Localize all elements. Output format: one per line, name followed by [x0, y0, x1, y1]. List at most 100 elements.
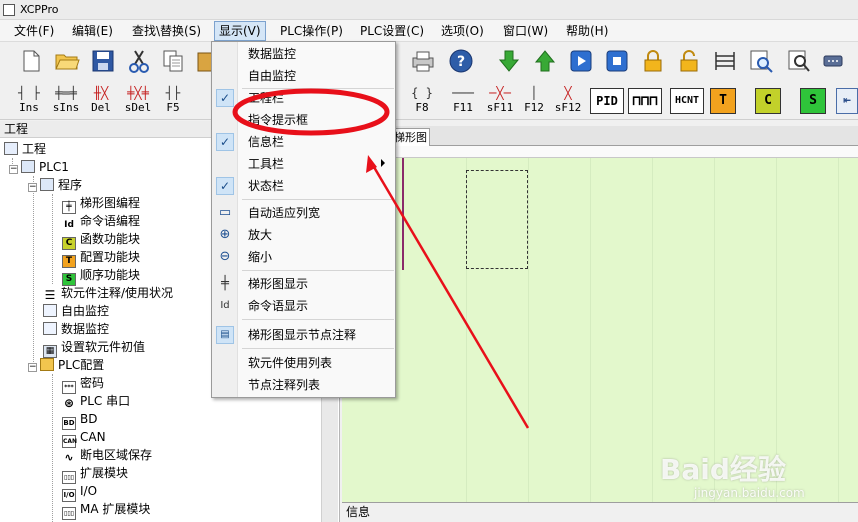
menu-window[interactable]: 窗口(W)	[501, 23, 550, 39]
tree-label: 数据监控	[61, 322, 110, 336]
menu-item-auto-fit-width[interactable]: ▭ 自动适应列宽	[212, 202, 395, 224]
menu-edit[interactable]: 编辑(E)	[70, 23, 115, 39]
editor-tabstrip: 梯形图	[342, 126, 858, 147]
pid-button[interactable]: PID	[590, 88, 624, 114]
new-file-icon[interactable]	[18, 48, 44, 74]
tree-node-bd[interactable]: BD BD	[62, 410, 97, 430]
counter-button[interactable]: C	[755, 88, 781, 114]
f5-button[interactable]: ┤├ F5	[160, 84, 186, 118]
menu-item-project-bar[interactable]: ✓ 工程栏	[212, 87, 395, 109]
menu-plc-operation[interactable]: PLC操作(P)	[278, 23, 345, 39]
menu-item-node-comment-list[interactable]: 节点注释列表	[212, 374, 395, 396]
run-icon[interactable]	[568, 48, 594, 74]
menu-item-instruction-view[interactable]: Id 命令语显示	[212, 295, 395, 317]
tree-node-power-off-retention[interactable]: ∿ 断电区域保存	[62, 446, 152, 465]
print-icon[interactable]	[410, 48, 436, 74]
menu-item-instruction-tip[interactable]: 指令提示框	[212, 109, 395, 131]
menu-view[interactable]: 显示(V)	[214, 21, 266, 41]
serial-port-icon[interactable]	[820, 48, 846, 74]
f12-button[interactable]: │ F12	[520, 84, 548, 118]
horizontal-line-icon: ───	[452, 86, 474, 100]
del-button[interactable]: ╫╳ Del	[86, 84, 116, 118]
unlock-icon[interactable]	[676, 48, 702, 74]
monitor-search-icon[interactable]	[748, 48, 774, 74]
tree-node-plc-serial[interactable]: ⊛ PLC 串口	[62, 392, 131, 411]
timer-button[interactable]: T	[710, 88, 736, 114]
menu-item-zoom-in[interactable]: ⊕ 放大	[212, 224, 395, 246]
tree-label: I/O	[80, 484, 98, 498]
tree-node-program[interactable]: − 程序	[28, 176, 82, 194]
tree-node-free-monitor[interactable]: 自由监控	[43, 302, 109, 320]
sf11-button[interactable]: ─╳─ sF11	[484, 84, 516, 118]
menu-file[interactable]: 文件(F)	[12, 23, 56, 39]
sdel-button[interactable]: ╪╳╪ sDel	[120, 84, 156, 118]
tree-node-can[interactable]: CAN CAN	[62, 428, 106, 448]
tree-label: PLC 串口	[80, 394, 131, 408]
menu-item-label: 数据监控	[248, 47, 297, 61]
menu-item-device-usage-list[interactable]: 软元件使用列表	[212, 352, 395, 374]
menu-item-data-monitor[interactable]: 数据监控	[212, 43, 395, 65]
tree-node-function-block[interactable]: C 函数功能块	[62, 230, 140, 250]
tree-node-config-block[interactable]: T 配置功能块	[62, 248, 140, 268]
stop-icon[interactable]	[604, 48, 630, 74]
menu-item-zoom-out[interactable]: ⊖ 缩小	[212, 246, 395, 268]
delete-row-icon: ╫╳	[93, 86, 109, 100]
help-icon[interactable]: ?	[448, 48, 474, 74]
tree-node-sequence-block[interactable]: S 顺序功能块	[62, 266, 140, 286]
lock-icon[interactable]	[640, 48, 666, 74]
monitor-doc-icon	[43, 304, 57, 317]
ins-button[interactable]: ┤ ├ Ins	[12, 84, 46, 118]
menu-options[interactable]: 选项(O)	[439, 23, 486, 39]
tree-node-password[interactable]: *** 密码	[62, 374, 105, 394]
ladder-grid-icon[interactable]	[712, 48, 738, 74]
tree-label: 设置软元件初值	[61, 340, 146, 354]
tree-label: 密码	[80, 376, 105, 390]
sins-button[interactable]: ╪═╪ sIns	[48, 84, 84, 118]
menu-item-label: 自由监控	[248, 69, 297, 83]
instruction-list-icon: Id	[220, 300, 230, 311]
submenu-arrow-icon	[381, 159, 385, 167]
cut-icon[interactable]	[126, 48, 152, 74]
tree-node-instruction-programming[interactable]: Id 命令语编程	[62, 212, 140, 233]
insert-row-icon: ┤ ├	[18, 86, 40, 100]
menu-find-replace[interactable]: 查找\替换(S)	[130, 23, 203, 39]
sf12-button[interactable]: ╳ sF12	[552, 84, 584, 118]
tree-node-ma-expansion[interactable]: ▯▯▯ MA 扩展模块	[62, 500, 150, 520]
tab-ladder[interactable]: 梯形图	[390, 128, 430, 147]
tree-node-data-monitor[interactable]: 数据监控	[43, 320, 109, 338]
program-icon	[40, 178, 54, 191]
menu-item-ladder-view[interactable]: ╪ 梯形图显示	[212, 273, 395, 295]
hcnt-button[interactable]: HCNT	[670, 88, 704, 114]
tree-node-plc1[interactable]: − PLC1	[9, 158, 69, 176]
tree-node-plc-config[interactable]: − PLC配置	[28, 356, 104, 374]
document-search-icon[interactable]	[786, 48, 812, 74]
tree-node-device-comment[interactable]: ☰ 软元件注释/使用状况	[43, 284, 173, 303]
download-icon[interactable]	[496, 48, 522, 74]
tree-node-ladder-programming[interactable]: ╪ 梯形图编程	[62, 194, 141, 214]
menu-item-info-bar[interactable]: ✓ 信息栏	[212, 131, 395, 153]
window-title: XCPPro	[20, 3, 59, 16]
tree-label: 梯形图编程	[80, 196, 141, 210]
f8-button[interactable]: { } F8	[404, 84, 440, 118]
tree-node-project[interactable]: 工程	[4, 140, 46, 158]
tree-node-expansion-module[interactable]: ▯▯▯ 扩展模块	[62, 464, 128, 484]
f11-button[interactable]: ─── F11	[446, 84, 480, 118]
svg-text:?: ?	[457, 54, 465, 70]
sfc-button[interactable]: S	[800, 88, 826, 114]
menu-item-status-bar[interactable]: ✓ 状态栏	[212, 175, 395, 197]
tree-node-io[interactable]: I/O I/O	[62, 482, 98, 502]
menu-plc-settings[interactable]: PLC设置(C)	[358, 23, 426, 39]
menu-item-free-monitor[interactable]: 自由监控	[212, 65, 395, 87]
menu-item-label: 缩小	[248, 250, 273, 264]
tree-node-device-init[interactable]: ▦ 设置软元件初值	[43, 338, 146, 358]
menu-item-toolbar[interactable]: 工具栏	[212, 153, 395, 175]
data-monitor-icon	[43, 322, 57, 335]
open-folder-icon[interactable]	[54, 48, 80, 74]
pulse-button[interactable]: ⊓⊓⊓	[628, 88, 662, 114]
menu-help[interactable]: 帮助(H)	[564, 23, 610, 39]
upload-icon[interactable]	[532, 48, 558, 74]
save-icon[interactable]	[90, 48, 116, 74]
menu-item-node-comment[interactable]: ▤ 梯形图显示节点注释	[212, 324, 395, 346]
panel-toggle-button[interactable]: ⇤	[836, 88, 858, 114]
copy-icon[interactable]	[160, 48, 186, 74]
